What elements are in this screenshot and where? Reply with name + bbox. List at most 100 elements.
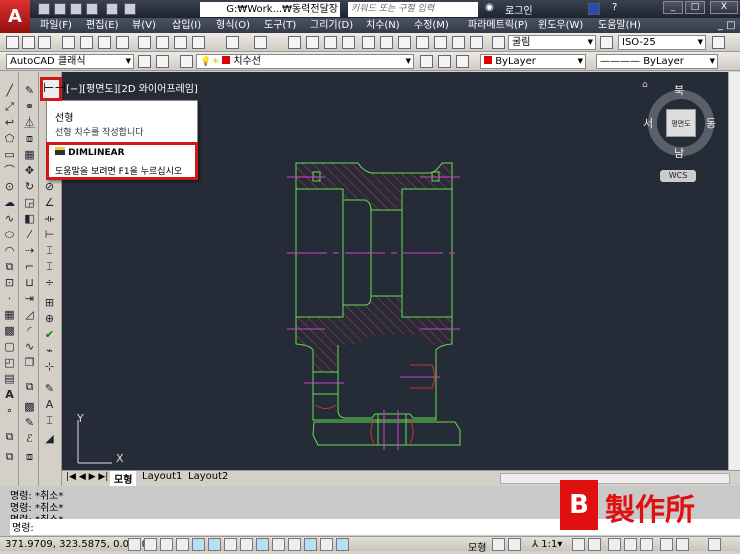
dim-style-select[interactable]: ISO-25 ▼	[618, 35, 706, 50]
linear-dimension-button[interactable]: ⊢⊣	[40, 77, 66, 101]
arc-icon[interactable]: ⌒	[3, 164, 16, 177]
undo-icon[interactable]	[124, 3, 136, 15]
layer-previous-icon[interactable]	[438, 55, 451, 68]
construction-line-icon[interactable]: ⤢	[3, 100, 16, 113]
viewport-controls-label[interactable]: [−][평면도][2D 와이어프레임]	[66, 80, 198, 95]
add-selected-icon[interactable]: ∘	[3, 404, 16, 417]
ortho-icon[interactable]	[176, 538, 189, 551]
match-icon[interactable]	[192, 36, 205, 49]
print-icon[interactable]	[62, 36, 75, 49]
menu-window[interactable]: 윈도우(W)	[538, 18, 583, 33]
layer-manager-icon[interactable]	[180, 55, 193, 68]
tool-palette-icon[interactable]	[398, 36, 411, 49]
spline-icon[interactable]: ∿	[3, 212, 16, 225]
dim-update-icon[interactable]: A	[43, 398, 56, 411]
3d-icon[interactable]	[116, 36, 129, 49]
menu-view[interactable]: 뷰(V)	[132, 18, 156, 33]
viewcube-south[interactable]: 남	[674, 145, 684, 161]
explode-icon[interactable]: ❒	[23, 356, 36, 369]
tab-nav-arrows[interactable]: |◀ ◀ ▶ ▶|	[66, 472, 108, 482]
auto-scale-icon[interactable]	[588, 538, 601, 551]
dim-style-icon[interactable]: ⌶	[43, 414, 56, 427]
close-button[interactable]: X	[710, 1, 738, 14]
linetype-select[interactable]: ———— ByLayer ▼	[596, 54, 718, 69]
wipeout-icon[interactable]: ◰	[3, 356, 16, 369]
hardware-accel-icon[interactable]	[640, 538, 653, 551]
dim-baseline-icon[interactable]: ⊢	[43, 228, 56, 241]
save-as-icon[interactable]	[86, 3, 98, 15]
undo-icon[interactable]	[226, 36, 239, 49]
menu-file[interactable]: 파일(F)	[40, 18, 72, 33]
layer-states-icon[interactable]	[456, 55, 469, 68]
preview-icon[interactable]	[80, 36, 93, 49]
trim-icon[interactable]: ⁄	[23, 228, 36, 241]
copy-object-icon[interactable]: ⚭	[23, 100, 36, 113]
minimize-button[interactable]: _	[663, 1, 683, 14]
dim-override-icon[interactable]: ◢	[43, 432, 56, 445]
move-icon[interactable]: ✥	[23, 164, 36, 177]
edit-icon[interactable]: ✎	[23, 416, 36, 429]
calculator-icon[interactable]	[452, 36, 465, 49]
snap-icon[interactable]	[128, 538, 141, 551]
circle-icon[interactable]: ⊙	[3, 180, 16, 193]
dim-angular-icon[interactable]: ∠	[43, 196, 56, 209]
chamfer-icon[interactable]: ◿	[23, 308, 36, 321]
mtext-icon[interactable]: A	[3, 388, 16, 401]
cut-icon[interactable]	[138, 36, 151, 49]
menu-modify[interactable]: 수정(M)	[414, 18, 449, 33]
markup-icon[interactable]	[434, 36, 447, 49]
fillet-icon[interactable]: ◜	[23, 324, 36, 337]
open-icon[interactable]	[54, 3, 66, 15]
quick-dim-icon[interactable]: ⟛	[43, 212, 56, 225]
clean-screen-icon[interactable]	[708, 538, 721, 551]
quick-view-icon[interactable]	[508, 538, 521, 551]
maximize-button[interactable]: □	[685, 1, 705, 14]
design-center-icon[interactable]	[380, 36, 393, 49]
region-icon[interactable]: ▢	[3, 340, 16, 353]
dim-edit-icon[interactable]: ⊹	[43, 360, 56, 373]
save-icon[interactable]	[70, 3, 82, 15]
save-icon[interactable]	[38, 36, 51, 49]
draworder-icon[interactable]: ⧉	[3, 430, 16, 443]
open-icon[interactable]	[22, 36, 35, 49]
home-icon[interactable]: ⌂	[642, 80, 648, 90]
publish-icon[interactable]	[98, 36, 111, 49]
lightbulb-icon[interactable]	[676, 538, 689, 551]
text-style-icon[interactable]	[492, 36, 505, 49]
offset-icon[interactable]: ⧈	[23, 132, 36, 145]
polar-icon[interactable]	[192, 538, 205, 551]
quick-properties-icon[interactable]	[320, 538, 333, 551]
workspace-gear-icon[interactable]	[608, 538, 621, 551]
wcs-menu[interactable]: WCS	[660, 170, 696, 182]
stretch-icon[interactable]: ◧	[23, 212, 36, 225]
polyline-icon[interactable]: ↩	[3, 116, 16, 129]
zoom-previous-icon[interactable]	[342, 36, 355, 49]
polygon-icon[interactable]: ⬠	[3, 132, 16, 145]
paste-icon[interactable]	[174, 36, 187, 49]
isolate-icon[interactable]	[660, 538, 673, 551]
viewcube-west[interactable]: 서	[643, 115, 653, 131]
scale-icon[interactable]: ◲	[23, 196, 36, 209]
workspace-lock-icon[interactable]	[156, 55, 169, 68]
print-icon[interactable]	[106, 3, 118, 15]
gradient-icon[interactable]: ▩	[3, 324, 16, 337]
otrack-icon[interactable]	[240, 538, 253, 551]
zoom-window-icon[interactable]	[324, 36, 337, 49]
menu-dimension[interactable]: 치수(N)	[366, 18, 400, 33]
binoculars-icon[interactable]: ◉	[485, 2, 494, 13]
help-icon[interactable]	[470, 36, 483, 49]
mirror-icon[interactable]: ⏅	[23, 116, 36, 129]
lineweight-icon[interactable]	[288, 538, 301, 551]
help-icon[interactable]: ?	[612, 2, 617, 13]
lock-icon[interactable]	[624, 538, 637, 551]
make-block-icon[interactable]: ⊡	[3, 276, 16, 289]
erase-icon[interactable]: ✎	[23, 84, 36, 97]
dim-text-edit-icon[interactable]: ✎	[43, 382, 56, 395]
dyn-icon[interactable]	[272, 538, 285, 551]
blend-icon[interactable]: ∿	[23, 340, 36, 353]
properties-icon[interactable]	[362, 36, 375, 49]
osnap-icon[interactable]	[208, 538, 221, 551]
dim-break-icon[interactable]: ÷	[43, 276, 56, 289]
make-current-icon[interactable]	[420, 55, 433, 68]
text-style-select[interactable]: 굴림 ▼	[508, 35, 596, 50]
